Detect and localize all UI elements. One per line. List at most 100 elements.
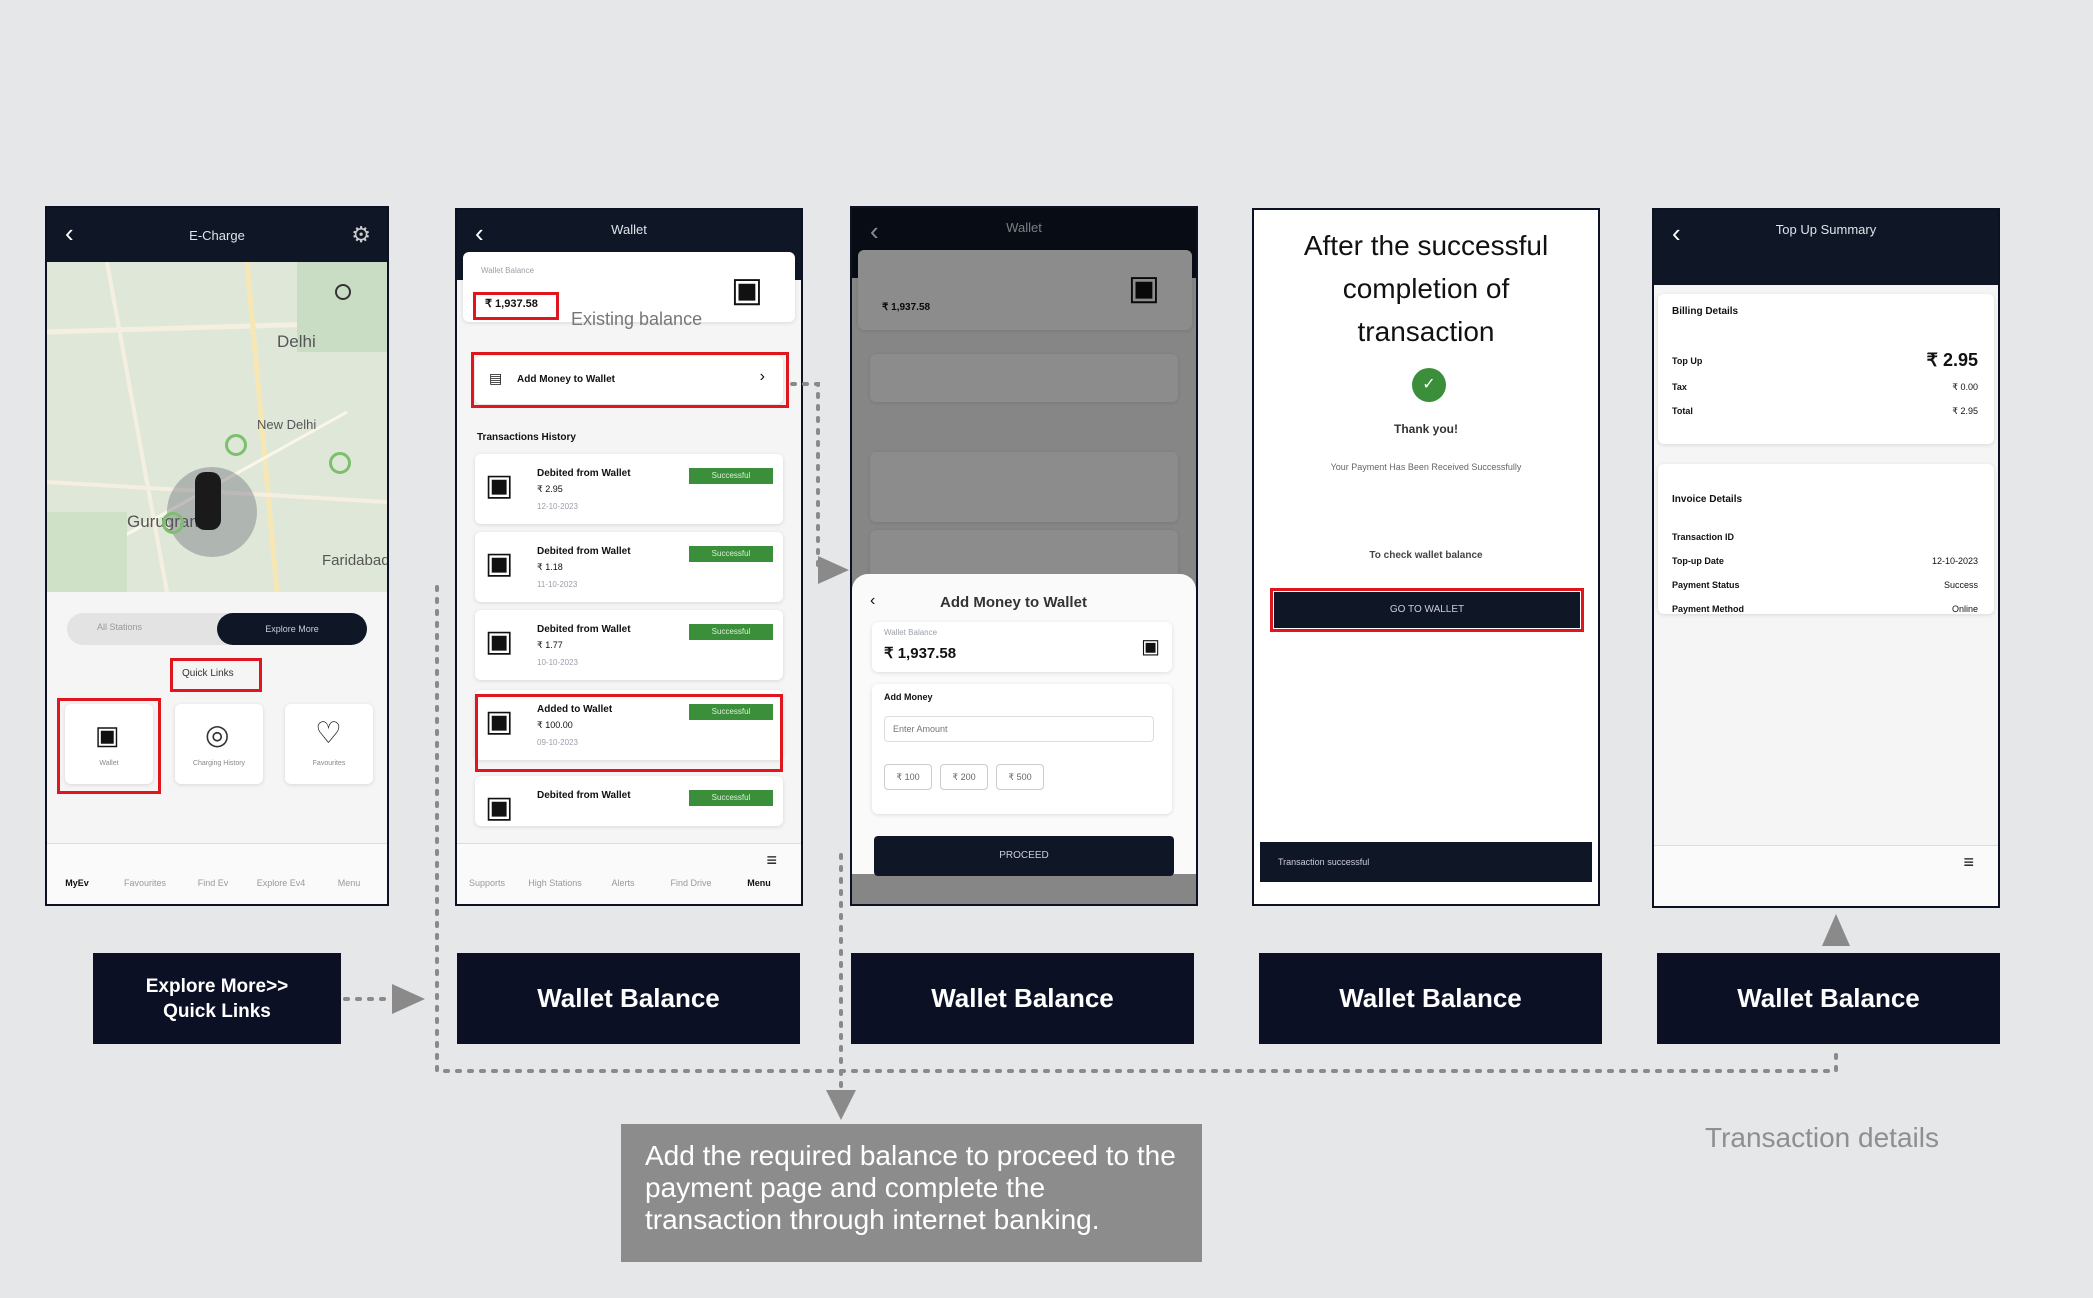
- wallet-balance-label-2: Wallet Balance: [851, 953, 1194, 1044]
- nav-favourites[interactable]: Favourites: [115, 878, 175, 888]
- quick-link-favourites[interactable]: ♡ Favourites: [285, 704, 373, 784]
- quick-link-favourites-label: Favourites: [312, 760, 346, 767]
- add-money-card: Add Money ₹ 100 ₹ 200 ₹ 500: [872, 684, 1172, 814]
- bottom-nav: Supports High Stations Alerts Find Drive…: [457, 843, 801, 904]
- check-balance-text: To check wallet balance: [1369, 550, 1483, 561]
- map-view[interactable]: Delhi New Delhi Gurugram Faridabad: [47, 262, 387, 592]
- transaction-row[interactable]: ▣ Debited from Wallet ₹ 2.95 12-10-2023 …: [475, 454, 783, 524]
- wallet-link-highlight: [57, 698, 161, 794]
- screen-topup-summary: ‹ Top Up Summary Billing Details Top Up …: [1652, 208, 2000, 908]
- add-money-highlight: [471, 352, 789, 408]
- tab-all-stations[interactable]: All Stations: [97, 622, 142, 632]
- invoice-row-label: Top-up Date: [1672, 556, 1724, 566]
- check-icon: ✓: [1412, 368, 1446, 402]
- nav-menu[interactable]: Menu: [729, 878, 789, 888]
- sheet-balance-label: Wallet Balance: [884, 628, 938, 637]
- balance-highlight: [473, 292, 559, 320]
- segmented-tabs: All Stations Explore More: [67, 613, 367, 645]
- existing-balance-note: Existing balance: [571, 309, 703, 329]
- bottom-nav: MyEv Favourites Find Ev Explore Ev4 Menu: [47, 843, 387, 904]
- billing-label: Billing Details: [1672, 306, 1739, 317]
- add-money-field-label: Add Money: [884, 692, 933, 702]
- thank-you-text: Thank you!: [1393, 422, 1458, 436]
- go-to-wallet-highlight: [1270, 588, 1584, 632]
- screen-add-money: ‹ Wallet ₹ 1,937.58 ▣ ‹ Add Money to Wal…: [850, 206, 1198, 906]
- screen1-topbar: ‹ E-Charge ⚙: [47, 208, 387, 262]
- transaction-row[interactable]: ▣ Debited from Wallet Successful: [475, 776, 783, 826]
- billing-row-value: ₹ 2.95: [1926, 350, 1979, 370]
- invoice-row-label: Transaction ID: [1672, 532, 1735, 542]
- screen5-topbar: ‹ Top Up Summary: [1654, 210, 1998, 285]
- explore-quick-links-label: Explore More>> Quick Links: [93, 953, 341, 1044]
- map-label-delhi: Delhi: [277, 332, 316, 351]
- billing-card: Billing Details Top Up ₹ 2.95 Tax ₹ 0.00…: [1658, 294, 1994, 444]
- transaction-title: Debited from Wallet: [537, 546, 631, 557]
- transaction-title: Debited from Wallet: [537, 790, 631, 801]
- history-label: Transactions History: [477, 432, 576, 443]
- amount-input[interactable]: [884, 716, 1154, 742]
- invoice-card: Invoice Details Transaction ID Top-up Da…: [1658, 464, 1994, 614]
- amount-chip[interactable]: ₹ 500: [996, 764, 1044, 790]
- nav-alerts[interactable]: Alerts: [593, 878, 653, 888]
- quick-link-charging-history[interactable]: ◎ Charging History: [175, 704, 263, 784]
- invoice-row-value: Success: [1943, 580, 1978, 590]
- proceed-button[interactable]: PROCEED: [874, 836, 1174, 876]
- status-badge: Successful: [689, 546, 773, 562]
- settings-icon[interactable]: ⚙: [351, 222, 371, 248]
- map-label-new-delhi: New Delhi: [257, 417, 317, 432]
- heart-icon: ♡: [315, 717, 342, 750]
- screen-wallet: ‹ Wallet Wallet Balance ₹ 1,937.58 Exist…: [455, 208, 803, 906]
- invoice-label: Invoice Details: [1672, 494, 1743, 505]
- location-target-icon[interactable]: [335, 284, 351, 300]
- amount-chip[interactable]: ₹ 200: [940, 764, 988, 790]
- transaction-date: 11-10-2023: [537, 580, 578, 589]
- menu-icon[interactable]: ≡: [1963, 852, 1974, 873]
- amount-chip[interactable]: ₹ 100: [884, 764, 932, 790]
- wallet-debit-icon: ▣: [485, 791, 514, 824]
- billing-row-value: ₹ 2.95: [1952, 406, 1978, 416]
- tab-explore-more[interactable]: Explore More: [217, 613, 367, 645]
- station-pin-icon[interactable]: [225, 434, 247, 456]
- wallet-icon: ▣: [730, 271, 763, 309]
- nav-menu[interactable]: Menu: [319, 878, 379, 888]
- transaction-details-label: Transaction details: [1705, 1122, 1939, 1153]
- transaction-title: Debited from Wallet: [537, 624, 631, 635]
- nav-high-stations[interactable]: High Stations: [525, 878, 585, 888]
- transaction-amount: ₹ 2.95: [537, 484, 563, 494]
- added-to-wallet-highlight: [475, 694, 783, 772]
- station-pin-icon[interactable]: [162, 512, 184, 534]
- nav-myev[interactable]: MyEv: [47, 878, 107, 888]
- transaction-date: 12-10-2023: [537, 502, 578, 511]
- invoice-row-label: Payment Status: [1672, 580, 1740, 590]
- transaction-row[interactable]: ▣ Debited from Wallet ₹ 1.77 10-10-2023 …: [475, 610, 783, 680]
- transaction-row[interactable]: ▣ Debited from Wallet ₹ 1.18 11-10-2023 …: [475, 532, 783, 602]
- station-pin-icon[interactable]: [329, 452, 351, 474]
- add-balance-note: Add the required balance to proceed to t…: [621, 1124, 1202, 1262]
- screen5-title: Top Up Summary: [1775, 222, 1877, 237]
- billing-row-label: Tax: [1672, 382, 1687, 392]
- screen2-title: Wallet: [611, 222, 647, 237]
- wallet-debit-icon: ▣: [485, 469, 514, 502]
- menu-icon[interactable]: ≡: [766, 850, 777, 871]
- transaction-title: Debited from Wallet: [537, 468, 631, 479]
- invoice-row-value: 12-10-2023: [1931, 556, 1978, 566]
- nav-find-drive[interactable]: Find Drive: [661, 878, 721, 888]
- sheet-title: Add Money to Wallet: [940, 594, 1087, 611]
- nav-find-ev[interactable]: Find Ev: [183, 878, 243, 888]
- sheet-balance-value: ₹ 1,937.58: [884, 645, 957, 662]
- wallet-balance-label-3: Wallet Balance: [1259, 953, 1602, 1044]
- wallet-balance-label: Wallet Balance: [481, 266, 535, 275]
- success-message: Your Payment Has Been Received Successfu…: [1330, 462, 1522, 472]
- back-icon[interactable]: ‹: [870, 592, 875, 610]
- add-money-sheet: ‹ Add Money to Wallet Wallet Balance ₹ 1…: [852, 574, 1196, 876]
- nav-explore[interactable]: Explore Ev4: [251, 878, 311, 888]
- quick-links-highlight: [170, 658, 262, 692]
- transaction-amount: ₹ 1.18: [537, 562, 563, 572]
- wallet-debit-icon: ▣: [485, 547, 514, 580]
- billing-row-label: Total: [1672, 406, 1693, 416]
- invoice-row-label: Payment Method: [1672, 604, 1745, 614]
- transaction-amount: ₹ 1.77: [537, 640, 563, 650]
- status-badge: Successful: [689, 790, 773, 806]
- nav-supports[interactable]: Supports: [457, 878, 517, 888]
- billing-row-label: Top Up: [1672, 356, 1703, 366]
